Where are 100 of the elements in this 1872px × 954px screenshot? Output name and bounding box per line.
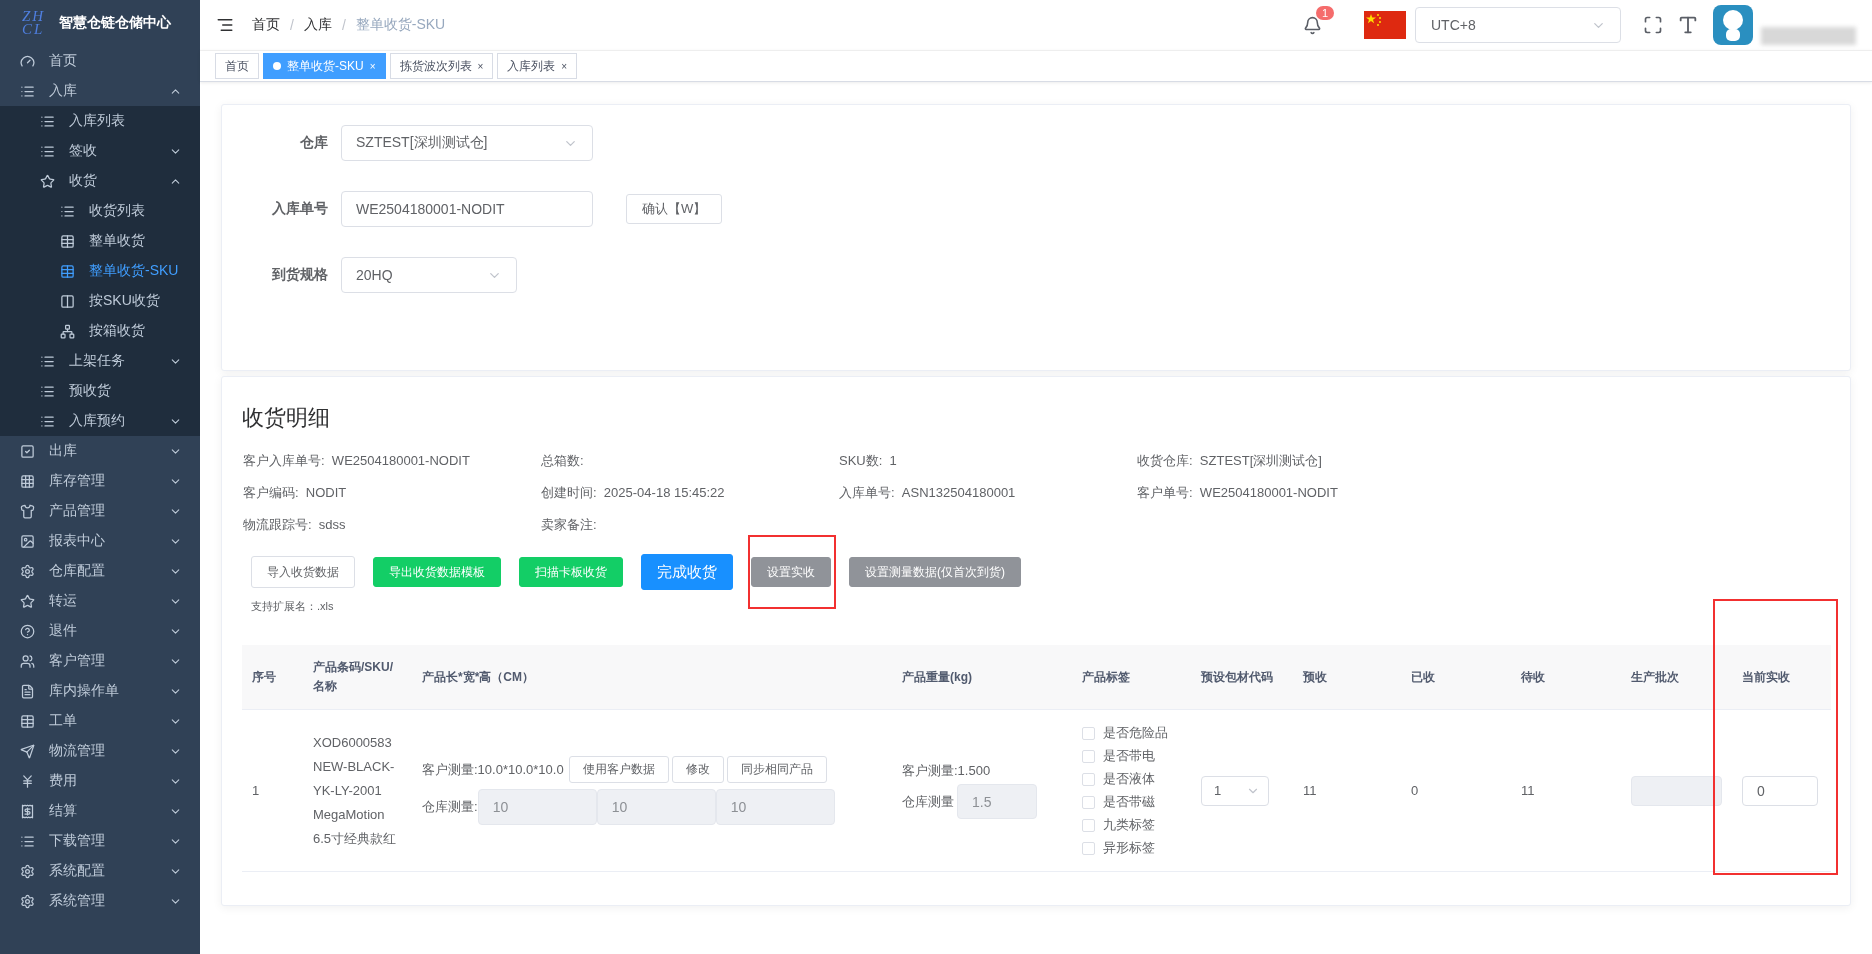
info-text: 创建时间: 2025-04-18 15:45:22 [541,484,726,502]
menu-icon [20,863,35,879]
sidebar-item[interactable]: 仓库配置 [0,556,200,586]
column-header: 生产批次 [1621,645,1732,710]
menu-icon [60,323,75,339]
menu-icon [40,143,55,159]
tag-checkbox[interactable]: 是否液体 [1082,769,1181,789]
sidebar-item[interactable]: 物流管理 [0,736,200,766]
menu-icon [40,113,55,129]
tag-checkbox[interactable]: 是否带磁 [1082,792,1181,812]
row-action-button[interactable]: 同步相同产品 [726,756,827,783]
checkbox[interactable] [1082,726,1095,740]
sidebar-item[interactable]: 转运 [0,586,200,616]
breadcrumb-item[interactable]: 首页 [252,16,280,34]
sidebar-item[interactable]: 产品管理 [0,496,200,526]
sidebar-item[interactable]: 上架任务 [0,346,200,376]
sidebar-item[interactable]: 入库列表 [0,106,200,136]
menu-icon [20,623,35,639]
sidebar-item[interactable]: 按SKU收货 [0,286,200,316]
checkbox[interactable] [1082,818,1095,832]
table-cell: 11 [1293,710,1401,872]
info-text: SKU数: 1 [839,452,898,470]
menu-toggle-icon[interactable] [216,16,234,34]
sidebar-item[interactable]: 退件 [0,616,200,646]
quantity-input[interactable]: 0 [1742,775,1818,806]
info-text: 收货仓库: SZTEST[深圳测试仓] [1137,452,1323,470]
menu-icon [20,893,35,909]
section-title: 收货明细 [242,404,331,432]
sidebar-item[interactable]: 下载管理 [0,826,200,856]
menu-icon [20,83,35,99]
breadcrumb-item[interactable]: 入库 [303,16,332,34]
close-icon[interactable]: × [561,60,568,72]
checkbox[interactable] [1082,749,1095,763]
sidebar-item[interactable]: 出库 [0,436,200,466]
input-field[interactable]: WE2504180001-NODIT [341,191,593,227]
app-title: 智慧仓链仓储中心 [59,14,172,32]
column-header: 产品重量(kg) [892,645,1072,710]
sidebar-item[interactable]: 收货 [0,166,200,196]
breadcrumb-separator: / [290,17,294,33]
info-text: 客户入库单号: WE2504180001-NODIT [243,452,471,470]
sidebar-item[interactable]: 整单收货-SKU [0,256,200,286]
active-dot [273,62,281,70]
tag-checkbox[interactable]: 异形标签 [1082,838,1181,858]
tag-checkbox[interactable]: 是否带电 [1082,746,1181,766]
column-header: 预收 [1293,645,1401,710]
sidebar-item[interactable]: 库内操作单 [0,676,200,706]
sidebar-item[interactable]: 库存管理 [0,466,200,496]
sidebar-item[interactable]: 整单收货 [0,226,200,256]
confirm-button[interactable]: 确认【W】 [626,194,723,224]
sidebar-item[interactable]: 入库 [0,76,200,106]
font-size-icon[interactable] [1677,14,1699,36]
page-tab[interactable]: 拣货波次列表 × [389,53,494,79]
tag-checkbox[interactable]: 是否危险品 [1082,723,1181,743]
sidebar-item[interactable]: 系统管理 [0,886,200,916]
sidebar-item[interactable]: 工单 [0,706,200,736]
menu-icon [20,653,35,669]
sidebar-item[interactable]: 入库预约 [0,406,200,436]
column-header: 序号 [242,645,303,710]
sidebar-item[interactable]: 签收 [0,136,200,166]
sidebar-item[interactable]: 客户管理 [0,646,200,676]
menu-icon [60,203,75,219]
sidebar-item[interactable]: 结算 [0,796,200,826]
sidebar-item[interactable]: 费用 [0,766,200,796]
tag-checkbox[interactable]: 九类标签 [1082,815,1181,835]
table-cell: 0 [1401,710,1511,872]
sidebar-item[interactable]: 系统配置 [0,856,200,886]
fullscreen-icon[interactable] [1643,15,1663,35]
row-action-button[interactable]: 修改 [671,756,724,783]
checkbox[interactable] [1082,795,1095,809]
field-label: 仓库 [299,134,328,152]
sidebar-item[interactable]: 报表中心 [0,526,200,556]
product-text: XOD6000583 NEW-BLACK- YK-LY-2001 MegaMotion 6.5寸经典款红 [313,733,398,848]
checkbox[interactable] [1082,841,1095,855]
action-button[interactable]: 导入收货数据 [251,556,355,588]
bell-icon[interactable] [1303,15,1322,35]
sidebar-item[interactable]: 收货列表 [0,196,200,226]
select-field[interactable]: 20HQ [341,257,517,293]
menu-icon [60,293,75,309]
menu-icon [20,473,35,489]
avatar[interactable] [1713,5,1753,45]
sidebar-item[interactable]: 按箱收货 [0,316,200,346]
column-header: 产品长*宽*高（CM） [412,645,892,710]
menu-icon [40,383,55,399]
column-header: 当前实收 [1732,645,1831,710]
page-tab[interactable]: 入库列表 × [497,53,578,79]
timezone-select[interactable]: UTC+8 [1415,7,1621,43]
sidebar-item[interactable]: 预收货 [0,376,200,406]
package-select[interactable]: 1 [1201,775,1269,806]
info-text: 入库单号: ASN132504180001 [839,484,1017,502]
flag-icon[interactable] [1364,11,1406,39]
column-header: 已收 [1401,645,1511,710]
field-label: 到货规格 [271,266,328,284]
sidebar-item[interactable]: 首页 [0,46,200,76]
page-tab[interactable]: 首页 [215,53,259,79]
select-field[interactable]: SZTEST[深圳测试仓] [341,125,593,161]
close-icon[interactable]: × [477,60,484,72]
column-header: 预设包材代码 [1191,645,1293,710]
row-action-button[interactable]: 使用客户数据 [568,756,669,783]
menu-icon [20,683,35,699]
checkbox[interactable] [1082,772,1095,786]
